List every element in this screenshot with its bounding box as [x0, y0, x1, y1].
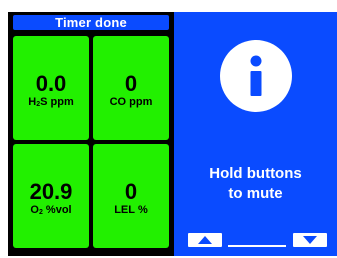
reading-label: O2 %vol: [30, 204, 72, 216]
reading-value: 0: [124, 71, 138, 96]
status-bar: Timer done: [13, 15, 169, 30]
info-icon: [220, 40, 292, 112]
up-button[interactable]: [188, 233, 222, 247]
info-message: Hold buttons to mute: [174, 164, 337, 204]
reading-label: H2S ppm: [28, 96, 74, 108]
info-message-line1: Hold buttons: [209, 165, 302, 182]
triangle-up-icon: [198, 236, 212, 244]
reading-value: 20.9: [29, 179, 73, 204]
down-button[interactable]: [293, 233, 327, 247]
triangle-down-icon: [303, 236, 317, 244]
reading-tile-lel: 0 LEL %: [93, 144, 169, 248]
readings-panel: Timer done 0.0 H2S ppm 0 CO ppm 20.9 O2 …: [8, 12, 174, 256]
reading-label: CO ppm: [109, 96, 153, 108]
info-glyph: [250, 55, 262, 96]
reading-tile-h2s: 0.0 H2S ppm: [13, 36, 89, 140]
gas-detector-screen: Timer done 0.0 H2S ppm 0 CO ppm 20.9 O2 …: [0, 0, 337, 258]
reading-value: 0.0: [35, 71, 67, 96]
reading-tile-o2: 20.9 O2 %vol: [13, 144, 89, 248]
reading-tile-co: 0 CO ppm: [93, 36, 169, 140]
info-panel: Hold buttons to mute: [174, 12, 337, 256]
reading-label: LEL %: [114, 204, 148, 216]
info-message-line2: to mute: [228, 185, 283, 202]
reading-value: 0: [124, 179, 138, 204]
button-divider-line: [228, 245, 286, 247]
